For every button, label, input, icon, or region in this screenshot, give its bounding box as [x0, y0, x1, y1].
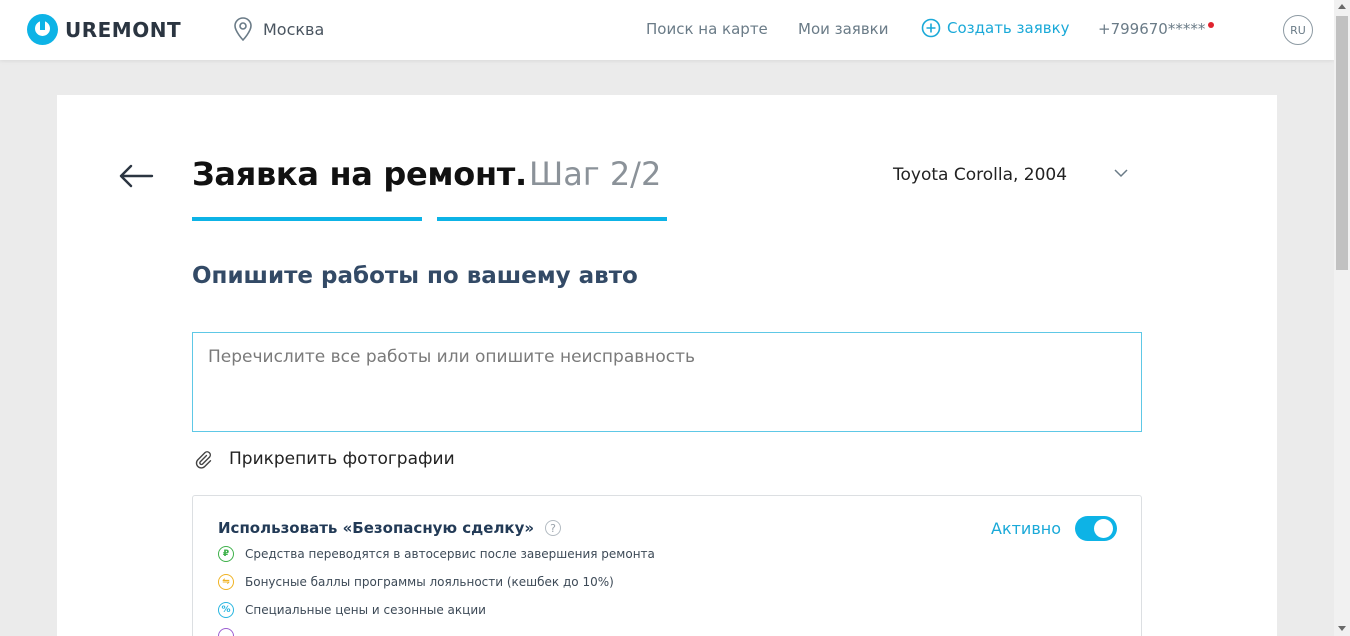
- step-indicator: Шаг 2/2: [529, 155, 662, 193]
- feature-item: ⇋ Бонусные баллы программы лояльности (к…: [218, 574, 614, 590]
- nav-map-search[interactable]: Поиск на карте: [646, 20, 768, 38]
- feature-item: % Специальные цены и сезонные акции: [218, 602, 486, 618]
- help-icon[interactable]: ?: [545, 520, 561, 536]
- progress-step-2: [437, 217, 667, 221]
- ruble-icon: ₽: [218, 546, 234, 562]
- notification-dot: [1208, 22, 1214, 28]
- feature-label: Специальные цены и сезонные акции: [245, 603, 486, 617]
- safe-deal-title: Использовать «Безопасную сделку»: [218, 519, 535, 537]
- attach-photos-label: Прикрепить фотографии: [229, 449, 455, 469]
- safe-deal-status: Активно: [991, 519, 1062, 538]
- create-request-link[interactable]: Создать заявку: [921, 18, 1070, 38]
- location-pin-icon: [234, 17, 252, 41]
- feature-item: [218, 628, 234, 636]
- logo-text: UREMONT: [65, 17, 182, 42]
- top-header: UREMONT Москва Поиск на карте Мои заявки…: [0, 0, 1334, 60]
- scroll-up-arrow-icon[interactable]: [1338, 4, 1346, 9]
- toggle-knob: [1094, 519, 1113, 538]
- city-selector[interactable]: Москва: [233, 17, 324, 41]
- work-description-input[interactable]: [192, 332, 1142, 432]
- back-arrow-icon[interactable]: [118, 163, 154, 189]
- progress-step-1: [192, 217, 422, 221]
- plus-circle-icon: [921, 18, 941, 38]
- scroll-down-arrow-icon[interactable]: [1338, 626, 1346, 631]
- uremont-logo[interactable]: UREMONT: [27, 14, 181, 45]
- feature-label: Бонусные баллы программы лояльности (кеш…: [245, 575, 614, 589]
- page-title: Заявка на ремонт.: [192, 155, 527, 193]
- language-switch[interactable]: RU: [1283, 15, 1313, 45]
- bonus-icon: ⇋: [218, 574, 234, 590]
- logo-wrench-icon: [27, 14, 58, 45]
- attach-photos-button[interactable]: Прикрепить фотографии: [193, 449, 455, 469]
- city-label: Москва: [263, 19, 325, 39]
- section-subtitle: Опишите работы по вашему авто: [192, 263, 638, 289]
- user-phone[interactable]: +799670*****: [1098, 20, 1205, 38]
- feature-item: ₽ Средства переводятся в автосервис посл…: [218, 546, 655, 562]
- feature-label: Средства переводятся в автосервис после …: [245, 547, 655, 561]
- create-request-label: Создать заявку: [947, 19, 1070, 37]
- chevron-down-icon[interactable]: [1114, 168, 1128, 178]
- percent-icon: %: [218, 602, 234, 618]
- car-selector[interactable]: Toyota Corolla, 2004: [893, 165, 1067, 185]
- scrollbar-thumb[interactable]: [1336, 16, 1348, 270]
- feature-icon-partial: [218, 628, 234, 636]
- paperclip-icon: [195, 451, 212, 469]
- nav-my-requests[interactable]: Мои заявки: [798, 20, 888, 38]
